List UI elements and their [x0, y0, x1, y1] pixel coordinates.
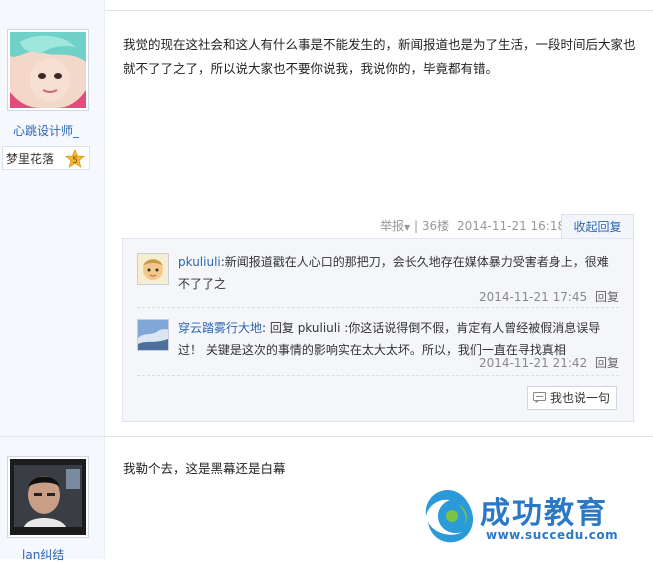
watermark-logo: 成功教育 www.succedu.com [418, 486, 628, 546]
user-avatar[interactable] [7, 29, 89, 111]
post-content: 我觉的现在这社会和这人有什么事是不能发生的，新闻报道也是为了生活，一段时间后大家… [123, 37, 636, 76]
avatar-image [10, 32, 86, 108]
reply-text: :新闻报道戳在人心口的那把刀，会长久地存在媒体暴力受害者身上，很难不了了之 [178, 255, 609, 291]
badge-text: 梦里花落 [6, 152, 55, 166]
username-link[interactable]: 心跳设计师_ [0, 122, 92, 139]
logo-url: www.succedu.com [486, 528, 619, 542]
meta-separator: | [414, 219, 419, 233]
collapse-replies-button[interactable]: 收起回复 [561, 214, 634, 238]
reply-avatar-image [138, 254, 168, 284]
user-avatar[interactable] [7, 456, 89, 538]
post-content: 我勒个去，这是黑幕还是白幕 [123, 461, 286, 476]
reply-meta: 2014-11-21 17:45 回复 [479, 288, 619, 305]
reply-time: 2014-11-21 21:42 [479, 356, 588, 370]
comment-icon [532, 392, 546, 403]
add-comment-button[interactable]: 我也说一句 [526, 386, 617, 410]
reply-avatar[interactable] [137, 253, 169, 285]
post-divider [0, 436, 653, 437]
add-comment-label: 我也说一句 [549, 391, 610, 405]
post-time: 2014-11-21 16:18 [456, 219, 566, 233]
report-link[interactable]: 举报▼ [380, 219, 410, 233]
reply-button[interactable]: 回复 [595, 290, 619, 304]
reply-username[interactable]: 穿云踏雾行大地 [178, 321, 262, 335]
reply-divider [137, 375, 619, 377]
post-meta: 举报▼ | 36楼 2014-11-21 16:18 [380, 214, 565, 238]
reply-avatar-image [138, 320, 168, 350]
level-star-icon: 5 [65, 149, 85, 168]
logo-name: 成功教育 [480, 496, 608, 531]
avatar-image [10, 459, 86, 535]
reply-username[interactable]: pkuliuli [178, 255, 221, 269]
reply-avatar[interactable] [137, 319, 169, 351]
reply-button[interactable]: 回复 [595, 356, 619, 370]
report-label: 举报 [380, 219, 405, 233]
logo-icon [425, 490, 474, 543]
floor-number: 36楼 [421, 219, 450, 233]
username-link[interactable]: lan纠结 [22, 546, 64, 563]
reply-divider [137, 307, 619, 309]
report-dropdown-icon: ▼ [404, 223, 411, 232]
reply-meta: 2014-11-21 21:42 回复 [479, 354, 619, 371]
member-badge: 梦里花落 5 [2, 146, 90, 170]
badge-level: 5 [72, 156, 78, 166]
reply-panel: pkuliuli:新闻报道戳在人心口的那把刀，会长久地存在媒体暴力受害者身上，很… [122, 238, 634, 422]
reply-time: 2014-11-21 17:45 [479, 290, 588, 304]
